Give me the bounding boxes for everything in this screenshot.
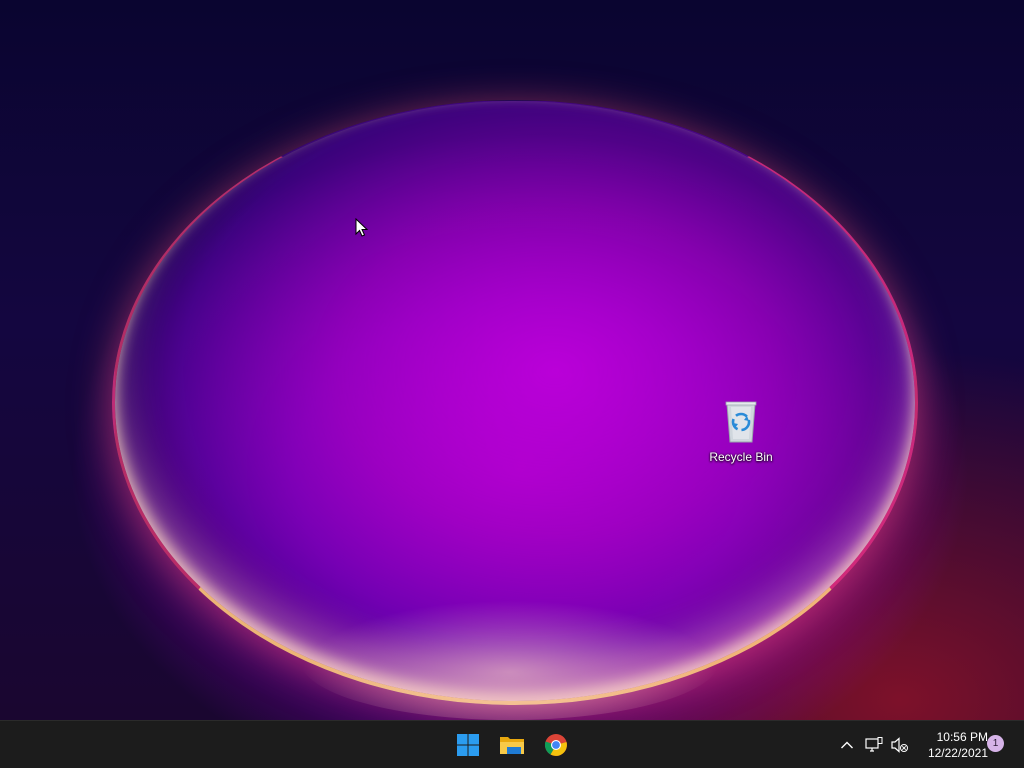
clock-time: 10:56 PM: [936, 730, 988, 744]
volume-muted-icon: [891, 737, 908, 753]
windows-start-icon: [457, 734, 479, 756]
network-button[interactable]: [864, 735, 884, 755]
chevron-up-icon: [841, 741, 853, 749]
clock-date: 12/22/2021: [927, 746, 988, 760]
file-explorer-icon: [500, 737, 524, 754]
clock-button[interactable]: 10:56 PM 12/22/2021: [916, 728, 988, 762]
show-hidden-icons-button[interactable]: [837, 735, 857, 755]
volume-button[interactable]: [890, 735, 910, 755]
mouse-pointer-icon: [355, 218, 369, 237]
desktop[interactable]: Recycle Bin: [0, 0, 1024, 720]
chrome-button[interactable]: [536, 725, 576, 765]
wallpaper-glow: [300, 600, 720, 720]
desktop-icon-recycle-bin[interactable]: Recycle Bin: [703, 398, 779, 468]
file-explorer-button[interactable]: [492, 725, 532, 765]
recycle-bin-icon: [725, 401, 757, 443]
start-button[interactable]: [448, 725, 488, 765]
taskbar: 10:56 PM 12/22/2021: [0, 720, 1024, 768]
notification-badge[interactable]: 1: [987, 735, 1004, 752]
chrome-icon: [544, 734, 567, 756]
desktop-icon-label: Recycle Bin: [709, 450, 773, 464]
network-icon: [865, 737, 883, 752]
